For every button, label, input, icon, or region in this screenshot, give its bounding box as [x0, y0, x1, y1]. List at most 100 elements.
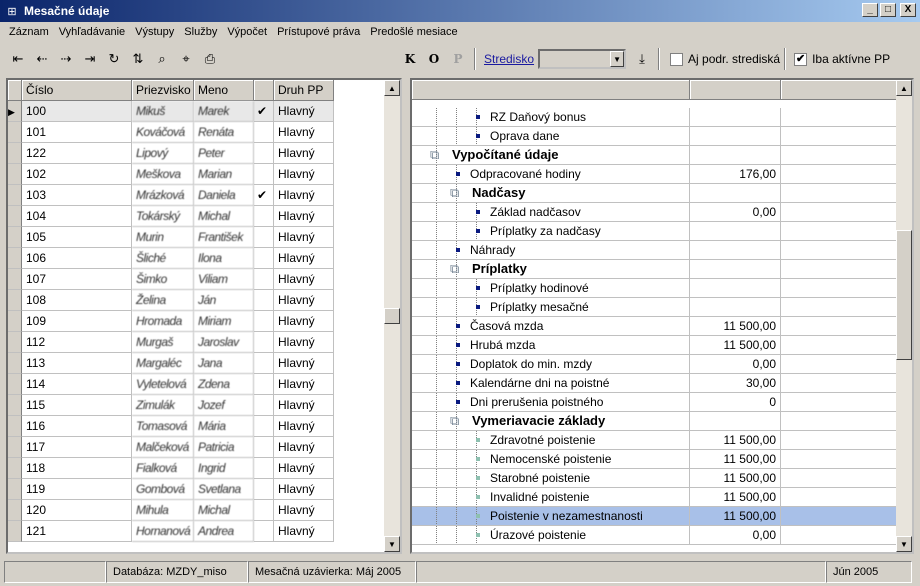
- menu-vypocet[interactable]: Výpočet: [222, 26, 272, 38]
- o-button[interactable]: O: [422, 48, 446, 70]
- tree-row[interactable]: Hrubá mzda 11 500,00: [412, 336, 900, 355]
- tree-row[interactable]: ⧉ Nadčasy: [412, 184, 900, 203]
- cell-cislo: 102: [22, 164, 132, 185]
- table-row[interactable]: 119 Gombová Svetlana Hlavný: [8, 479, 334, 500]
- table-row[interactable]: 103 Mrázková Daniela ✔ Hlavný: [8, 185, 334, 206]
- podr-strediska-checkbox[interactable]: Aj podr. strediská: [670, 52, 780, 66]
- table-row[interactable]: ▶ 100 Mikuš Marek ✔ Hlavný: [8, 101, 334, 122]
- download-icon[interactable]: ⤓: [630, 48, 654, 70]
- table-row[interactable]: 117 Malčeková Patricia Hlavný: [8, 437, 334, 458]
- table-row[interactable]: 118 Fialková Ingrid Hlavný: [8, 458, 334, 479]
- tree-row[interactable]: Invalidné poistenie 11 500,00: [412, 488, 900, 507]
- tree-col-extra[interactable]: [781, 80, 900, 100]
- close-button[interactable]: X: [900, 3, 916, 17]
- table-row[interactable]: 122 Lipový Peter Hlavný: [8, 143, 334, 164]
- stredisko-link[interactable]: Stredisko: [484, 52, 534, 66]
- tree-scroll-thumb[interactable]: [896, 230, 912, 360]
- table-row[interactable]: 114 Vyletelová Zdena Hlavný: [8, 374, 334, 395]
- folder-cube-icon[interactable]: ⧉: [450, 186, 466, 200]
- table-row[interactable]: 113 Margaléc Jana Hlavný: [8, 353, 334, 374]
- stredisko-combo[interactable]: ▼: [538, 49, 627, 69]
- tree-row[interactable]: ⧉ Príplatky: [412, 260, 900, 279]
- tree-row[interactable]: Nemocenské poistenie 11 500,00: [412, 450, 900, 469]
- minimize-button[interactable]: _: [862, 3, 878, 17]
- tree-row[interactable]: ⧉ Vypočítané údaje: [412, 146, 900, 165]
- col-check[interactable]: [254, 80, 274, 101]
- table-row[interactable]: 116 Tomasová Mária Hlavný: [8, 416, 334, 437]
- table-row[interactable]: 120 Mihula Michal Hlavný: [8, 500, 334, 521]
- k-button[interactable]: K: [398, 48, 422, 70]
- tree-row[interactable]: Úrazové poistenie 0,00: [412, 526, 900, 545]
- status-database: Databáza: MZDY_miso: [106, 561, 248, 583]
- tree-row[interactable]: Dni prerušenia poistného 0: [412, 393, 900, 412]
- print-icon[interactable]: ⎙: [198, 48, 222, 70]
- tree-scroll-down-icon[interactable]: ▼: [896, 536, 912, 552]
- tree-row[interactable]: Príplatky za nadčasy: [412, 222, 900, 241]
- menu-vystupy[interactable]: Výstupy: [130, 26, 179, 38]
- cell-meno: Andrea: [194, 521, 254, 542]
- tree-scroll-up-icon[interactable]: ▲: [896, 80, 912, 96]
- menu-pristupove-prava[interactable]: Prístupové práva: [272, 26, 365, 38]
- folder-cube-icon[interactable]: ⧉: [450, 414, 466, 428]
- tree-row[interactable]: Príplatky hodinové: [412, 279, 900, 298]
- sort-az-icon[interactable]: ⇅: [126, 48, 150, 70]
- tree-row[interactable]: Časová mzda 11 500,00: [412, 317, 900, 336]
- tree-row[interactable]: Príplatky mesačné: [412, 298, 900, 317]
- table-row[interactable]: 112 Murgaš Jaroslav Hlavný: [8, 332, 334, 353]
- menu-sluzby[interactable]: Služby: [179, 26, 222, 38]
- tree-row[interactable]: Zdravotné poistenie 11 500,00: [412, 431, 900, 450]
- menu-vyhladavanie[interactable]: Vyhľadávanie: [54, 26, 130, 38]
- aktivne-pp-checkbox[interactable]: ✔ Iba aktívne PP: [794, 52, 890, 66]
- last-record-icon[interactable]: ⇥: [78, 48, 102, 70]
- table-row[interactable]: 107 Šimko Viliam Hlavný: [8, 269, 334, 290]
- table-row[interactable]: 115 Zimulák Jozef Hlavný: [8, 395, 334, 416]
- tree-row[interactable]: Náhrady: [412, 241, 900, 260]
- menu-zaznam[interactable]: Záznam: [4, 26, 54, 38]
- table-row[interactable]: 105 Murin František Hlavný: [8, 227, 334, 248]
- find-icon[interactable]: ⌕: [150, 48, 174, 70]
- tree-row[interactable]: Oprava dane: [412, 127, 900, 146]
- tree-row[interactable]: Poistenie v nezamestnanosti 11 500,00: [412, 507, 900, 526]
- tree-guide-line: [436, 317, 437, 335]
- table-row[interactable]: 104 Tokárský Michal Hlavný: [8, 206, 334, 227]
- tree-row[interactable]: Doplatok do min. mzdy 0,00: [412, 355, 900, 374]
- refresh-icon[interactable]: ↻: [102, 48, 126, 70]
- folder-cube-icon[interactable]: ⧉: [450, 262, 466, 276]
- table-row[interactable]: 102 Meškova Marian Hlavný: [8, 164, 334, 185]
- table-row[interactable]: 108 Želina Ján Hlavný: [8, 290, 334, 311]
- col-priezvisko[interactable]: Priezvisko: [132, 80, 194, 101]
- employee-grid-scrollbar[interactable]: ▲ ▼: [384, 80, 400, 552]
- tree-row[interactable]: ⧉ Vymeriavacie základy: [412, 412, 900, 431]
- podr-strediska-box[interactable]: [670, 52, 684, 66]
- tree-guide-line: [456, 108, 457, 126]
- prev-record-icon[interactable]: ⇠: [30, 48, 54, 70]
- col-druh-pp[interactable]: Druh PP: [274, 80, 334, 101]
- col-meno[interactable]: Meno: [194, 80, 254, 101]
- tree-row[interactable]: Odpracované hodiny 176,00: [412, 165, 900, 184]
- menu-predosle-mesiace[interactable]: Predošlé mesiace: [365, 26, 462, 38]
- find-next-icon[interactable]: ⌖: [174, 48, 198, 70]
- scroll-thumb[interactable]: [384, 308, 400, 324]
- tree-row[interactable]: Kalendárne dni na poistné 30,00: [412, 374, 900, 393]
- maximize-button[interactable]: □: [880, 3, 896, 17]
- first-record-icon[interactable]: ⇤: [6, 48, 30, 70]
- tree-col-name[interactable]: [412, 80, 690, 100]
- table-row[interactable]: 109 Hromada Miriam Hlavný: [8, 311, 334, 332]
- tree-scrollbar[interactable]: ▲ ▼: [896, 80, 912, 552]
- col-cislo[interactable]: Číslo: [22, 80, 132, 101]
- tree-row[interactable]: RZ Daňový bonus: [412, 108, 900, 127]
- tree-row-label: ⧉ Vymeriavacie základy: [412, 412, 690, 431]
- next-record-icon[interactable]: ⇢: [54, 48, 78, 70]
- table-row[interactable]: 101 Kováčová Renáta Hlavný: [8, 122, 334, 143]
- scroll-up-icon[interactable]: ▲: [384, 80, 400, 96]
- folder-cube-icon[interactable]: ⧉: [430, 148, 446, 162]
- p-button[interactable]: P: [446, 48, 470, 70]
- tree-row[interactable]: Starobné poistenie 11 500,00: [412, 469, 900, 488]
- tree-row[interactable]: Základ nadčasov 0,00: [412, 203, 900, 222]
- chevron-down-icon[interactable]: ▼: [610, 51, 625, 67]
- tree-col-value[interactable]: [690, 80, 781, 100]
- scroll-down-icon[interactable]: ▼: [384, 536, 400, 552]
- table-row[interactable]: 121 Hornanová Andrea Hlavný: [8, 521, 334, 542]
- table-row[interactable]: 106 Šliché Ilona Hlavný: [8, 248, 334, 269]
- aktivne-pp-box[interactable]: ✔: [794, 52, 808, 66]
